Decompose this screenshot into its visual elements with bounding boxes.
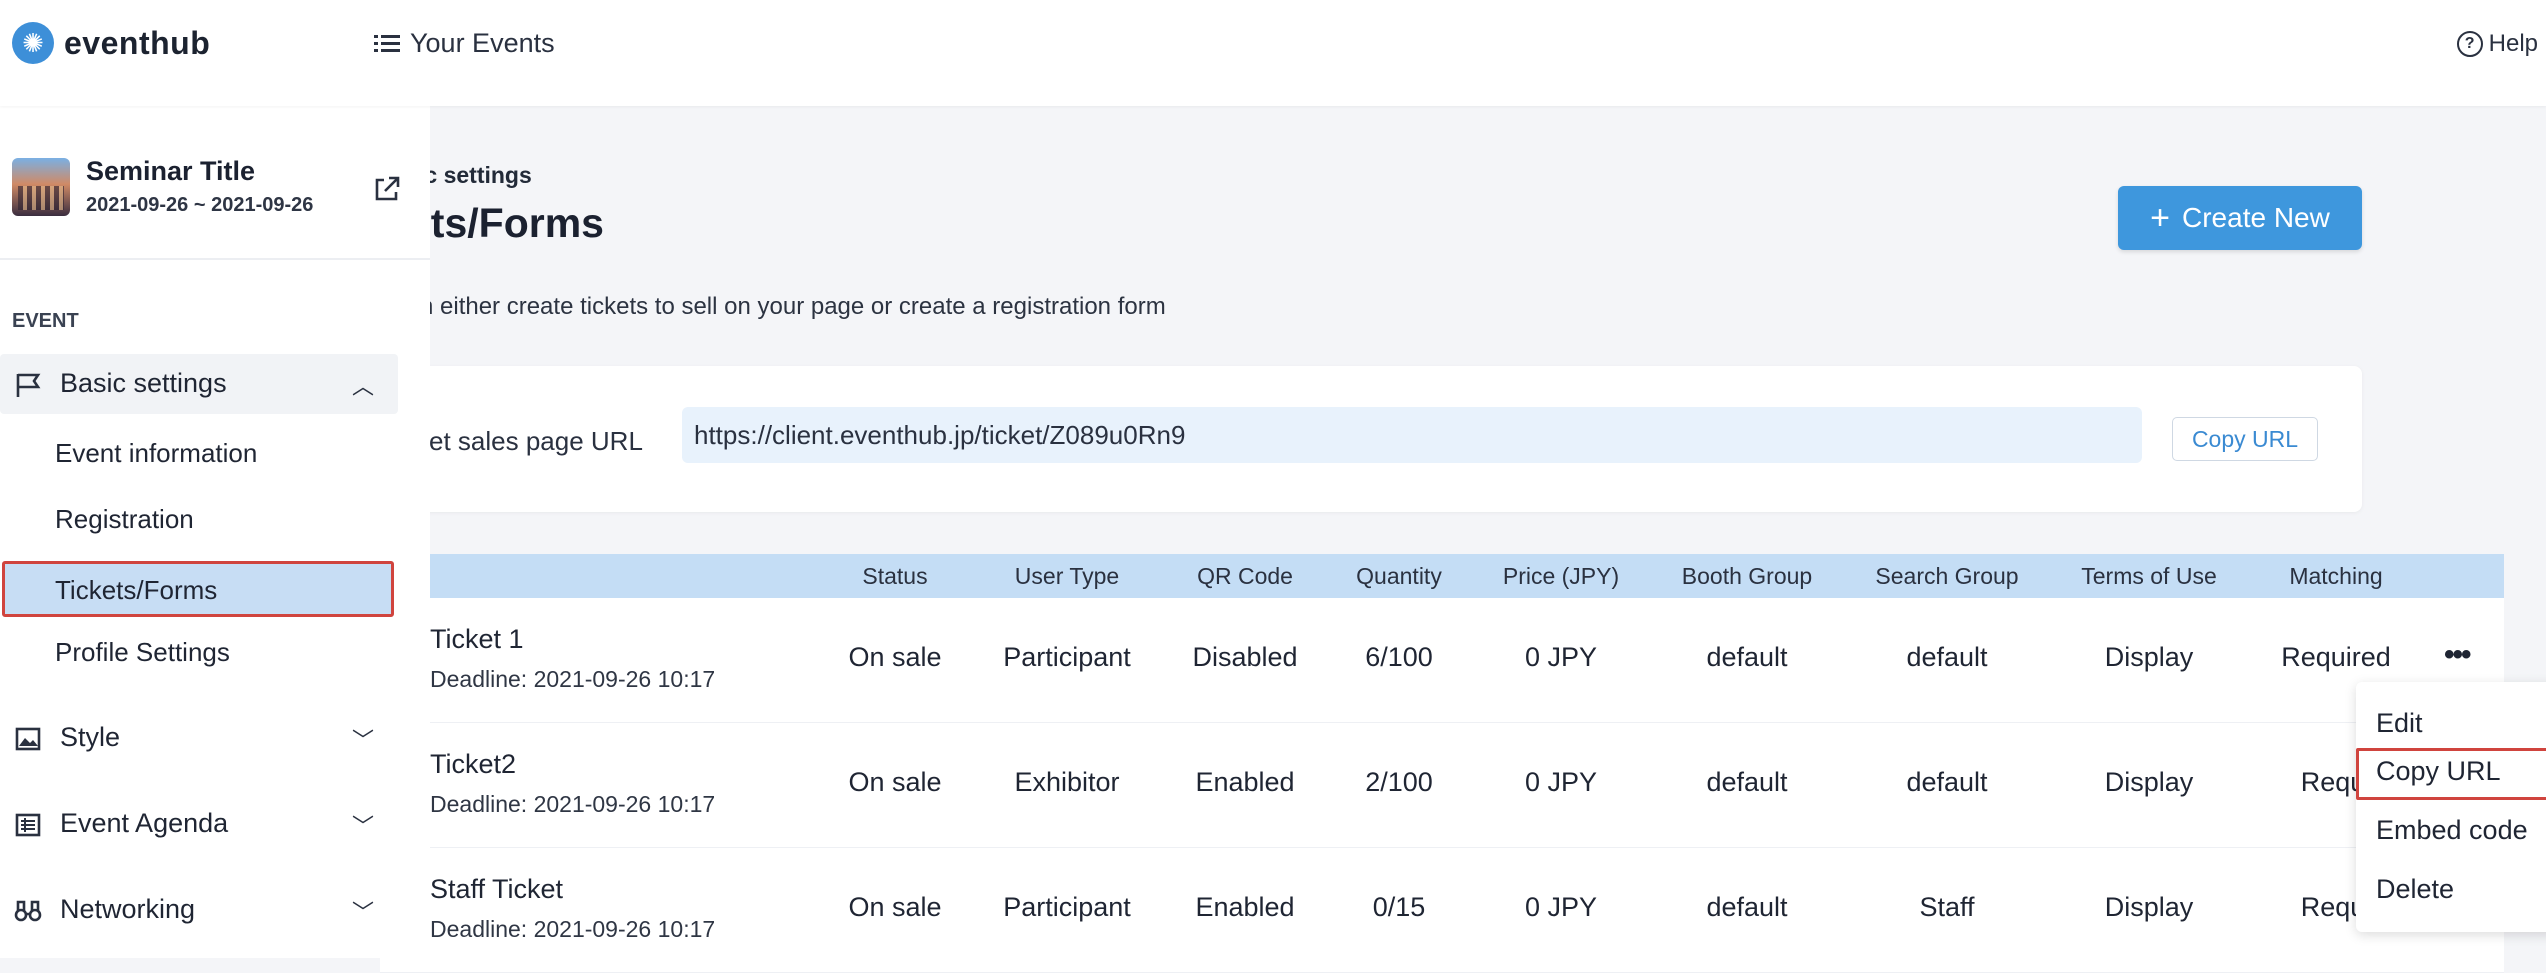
column-header-search-group[interactable]: Search Group xyxy=(1875,563,2018,590)
column-header-terms-of-use[interactable]: Terms of Use xyxy=(2081,563,2216,590)
status-cell: On sale xyxy=(848,892,942,922)
sidebar-item-registration[interactable]: Registration xyxy=(55,504,194,535)
matching-cell: Required xyxy=(2281,642,2391,672)
chevron-up-icon: ︿ xyxy=(352,374,375,399)
url-label: ket sales page URL xyxy=(416,426,643,456)
breadcrumb[interactable]: ic settings xyxy=(418,162,532,189)
your-events-label: Your Events xyxy=(410,28,555,58)
create-new-button[interactable]: + Create New xyxy=(2118,186,2362,250)
help-label: Help xyxy=(2488,30,2538,57)
sidebar: Seminar Title 2021-09-26 ~ 2021-09-26 EV… xyxy=(0,106,430,958)
event-thumbnail xyxy=(12,158,70,216)
terms-cell: Display xyxy=(2104,767,2194,797)
sidebar-item-profile-settings[interactable]: Profile Settings xyxy=(55,637,230,668)
status-cell: On sale xyxy=(848,642,942,672)
ticket-deadline: Deadline: 2021-09-26 10:17 xyxy=(430,791,716,817)
price-cell: 0 JPY xyxy=(1524,892,1598,922)
status-cell: On sale xyxy=(848,767,942,797)
column-header-booth-group[interactable]: Booth Group xyxy=(1682,563,1812,590)
terms-cell: Display xyxy=(2104,642,2194,672)
menu-item-delete[interactable]: Delete xyxy=(2376,874,2454,905)
sidebar-divider xyxy=(0,258,430,260)
binoculars-icon xyxy=(14,900,42,922)
menu-item-edit[interactable]: Edit xyxy=(2376,708,2423,739)
ticket-url-field[interactable]: https://client.eventhub.jp/ticket/Z089u0… xyxy=(682,407,2142,463)
quantity-cell: 0/15 xyxy=(1372,892,1426,922)
column-header-matching[interactable]: Matching xyxy=(2289,563,2382,590)
agenda-icon xyxy=(15,813,41,837)
sidebar-item-event-information[interactable]: Event information xyxy=(55,438,257,469)
plus-icon: + xyxy=(2150,199,2170,237)
ticket-deadline: Deadline: 2021-09-26 10:17 xyxy=(430,916,716,942)
copy-url-button[interactable]: Copy URL xyxy=(2172,417,2318,461)
booth-group-cell: default xyxy=(1706,767,1788,797)
tickets-table: Status User Type QR Code Quantity Price … xyxy=(380,554,2504,973)
chevron-down-icon: ﹀ xyxy=(352,900,375,925)
price-cell: 0 JPY xyxy=(1524,642,1598,672)
price-cell: 0 JPY xyxy=(1524,767,1598,797)
column-header-quantity[interactable]: Quantity xyxy=(1356,563,1442,590)
ticket-name[interactable]: Ticket 1 xyxy=(430,624,524,655)
row-actions-menu: Edit Copy URL Embed code Delete xyxy=(2356,682,2546,932)
booth-group-cell: default xyxy=(1706,642,1788,672)
column-header-qr-code[interactable]: QR Code xyxy=(1197,563,1293,590)
table-header: Status User Type QR Code Quantity Price … xyxy=(380,554,2504,598)
event-title: Seminar Title xyxy=(86,156,256,186)
flag-icon xyxy=(16,373,41,397)
ticket-name[interactable]: Ticket2 xyxy=(430,749,516,780)
table-row[interactable]: Ticket 1 Deadline: 2021-09-26 10:17 On s… xyxy=(380,598,2504,723)
sidebar-group-label: Networking xyxy=(60,894,196,924)
brand-logo[interactable]: ✺ eventhub xyxy=(12,22,210,64)
search-group-cell: default xyxy=(1906,767,1988,797)
sidebar-group-networking[interactable]: Networking ﹀ xyxy=(0,880,398,940)
external-link-icon[interactable] xyxy=(372,174,402,204)
sidebar-group-style[interactable]: Style ﹀ xyxy=(0,708,398,768)
terms-cell: Display xyxy=(2104,892,2194,922)
row-menu-icon[interactable]: ••• xyxy=(2444,638,2471,672)
image-icon xyxy=(15,727,41,751)
sidebar-group-event-agenda[interactable]: Event Agenda ﹀ xyxy=(0,794,398,854)
eventhub-logo-icon: ✺ xyxy=(12,22,54,64)
column-header-price[interactable]: Price (JPY) xyxy=(1503,563,1619,590)
brand-name: eventhub xyxy=(64,24,211,61)
quantity-cell: 2/100 xyxy=(1365,767,1433,797)
sidebar-group-label: Event Agenda xyxy=(60,808,229,838)
section-label-event: EVENT xyxy=(12,310,79,332)
sidebar-group-basic-settings[interactable]: Basic settings ︿ xyxy=(0,354,398,414)
ticket-name[interactable]: Staff Ticket xyxy=(430,874,563,905)
event-dates: 2021-09-26 ~ 2021-09-26 xyxy=(86,194,314,216)
qr-code-cell: Enabled xyxy=(1195,892,1295,922)
quantity-cell: 6/100 xyxy=(1365,642,1433,672)
user-type-cell: Participant xyxy=(1003,892,1131,922)
page-title: ets/Forms xyxy=(408,200,604,246)
user-type-cell: Participant xyxy=(1003,642,1131,672)
column-header-status[interactable]: Status xyxy=(862,563,927,590)
table-row[interactable]: Ticket2 Deadline: 2021-09-26 10:17 On sa… xyxy=(380,723,2504,848)
create-new-label: Create New xyxy=(2182,202,2330,233)
ticket-deadline: Deadline: 2021-09-26 10:17 xyxy=(430,666,716,692)
help-icon: ? xyxy=(2456,31,2483,57)
sidebar-item-tickets-forms[interactable]: Tickets/Forms xyxy=(2,561,394,617)
search-group-cell: default xyxy=(1906,642,1988,672)
sidebar-group-label: Style xyxy=(60,722,121,752)
list-icon xyxy=(374,34,400,52)
sidebar-item-label: Tickets/Forms xyxy=(55,575,218,605)
column-header-user-type[interactable]: User Type xyxy=(1015,563,1119,590)
ticket-url-card: ket sales page URL https://client.eventh… xyxy=(380,366,2362,512)
menu-item-copy-url[interactable]: Copy URL xyxy=(2376,756,2501,787)
help-link[interactable]: ? Help xyxy=(2456,30,2538,58)
top-bar: ✺ eventhub Your Events ? Help xyxy=(0,0,2546,106)
booth-group-cell: default xyxy=(1706,892,1788,922)
menu-item-embed-code[interactable]: Embed code xyxy=(2376,815,2528,846)
search-group-cell: Staff xyxy=(1919,892,1975,922)
your-events-link[interactable]: Your Events xyxy=(374,28,555,59)
sidebar-group-label: Basic settings xyxy=(60,368,227,398)
chevron-down-icon: ﹀ xyxy=(352,728,375,753)
table-row[interactable]: Staff Ticket Deadline: 2021-09-26 10:17 … xyxy=(380,848,2504,973)
page-description: n either create tickets to sell on your … xyxy=(420,293,1166,320)
chevron-down-icon: ﹀ xyxy=(352,814,375,839)
user-type-cell: Exhibitor xyxy=(1014,767,1120,797)
qr-code-cell: Enabled xyxy=(1195,767,1295,797)
qr-code-cell: Disabled xyxy=(1192,642,1298,672)
